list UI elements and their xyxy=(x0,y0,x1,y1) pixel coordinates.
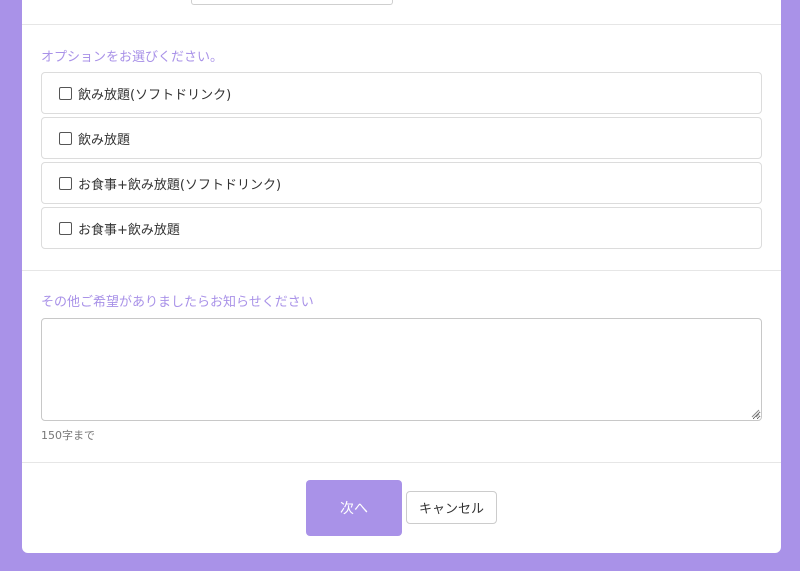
option-item-soft-drink-plan[interactable]: 飲み放題(ソフトドリンク) xyxy=(41,72,762,114)
option-checkbox[interactable] xyxy=(59,176,72,190)
character-limit-hint: 150字まで xyxy=(41,429,95,442)
option-checkbox[interactable] xyxy=(59,221,72,235)
option-label: 飲み放題 xyxy=(78,132,131,148)
next-button[interactable]: 次へ xyxy=(306,480,402,536)
previous-field-input[interactable] xyxy=(191,0,393,5)
option-label: お食事+飲み放題 xyxy=(78,222,180,238)
section-divider xyxy=(22,462,781,463)
cancel-button[interactable]: キャンセル xyxy=(406,491,497,524)
option-checkbox[interactable] xyxy=(59,86,72,100)
section-divider xyxy=(22,270,781,271)
option-label: お食事+飲み放題(ソフトドリンク) xyxy=(78,177,282,193)
resize-handle-icon[interactable] xyxy=(751,409,760,418)
form-card: オプションをお選びください。 飲み放題(ソフトドリンク) 飲み放題 お食事+飲み… xyxy=(22,0,781,553)
comments-textarea[interactable] xyxy=(41,318,762,421)
comments-section-label: その他ご希望がありましたらお知らせください xyxy=(41,295,314,310)
section-divider xyxy=(22,24,781,25)
option-item-meal-soft-drink-plan[interactable]: お食事+飲み放題(ソフトドリンク) xyxy=(41,162,762,204)
option-item-drink-plan[interactable]: 飲み放題 xyxy=(41,117,762,159)
options-section-label: オプションをお選びください。 xyxy=(41,50,224,65)
option-checkbox[interactable] xyxy=(59,131,72,145)
option-item-meal-drink-plan[interactable]: お食事+飲み放題 xyxy=(41,207,762,249)
option-label: 飲み放題(ソフトドリンク) xyxy=(78,87,232,103)
